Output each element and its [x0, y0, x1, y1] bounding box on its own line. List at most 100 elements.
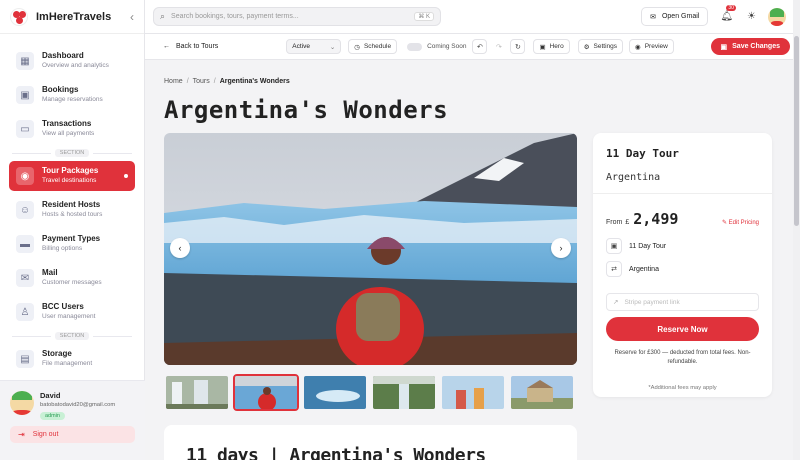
- sidebar-item-payment-types[interactable]: ▬ Payment Types Billing options: [9, 229, 135, 259]
- thumbnail[interactable]: [302, 374, 368, 411]
- chevron-right-icon: ›: [559, 243, 563, 253]
- description-card: 11 days | Argentina's Wonders: [164, 425, 577, 460]
- status-value: Active: [292, 43, 310, 50]
- status-select[interactable]: Active ⌄: [286, 39, 342, 54]
- breadcrumb-home[interactable]: Home: [164, 78, 183, 85]
- sidebar-item-storage[interactable]: ▤ Storage File management: [9, 344, 135, 374]
- profile-panel: David batobatodavid20@gmail.com admin ⇥ …: [0, 380, 145, 460]
- sidebar-item-resident-hosts[interactable]: ☺ Resident Hosts Hosts & hosted tours: [9, 195, 135, 225]
- folder-icon: ▤: [16, 350, 34, 368]
- search-placeholder: Search bookings, tours, payment terms...: [171, 13, 299, 20]
- sidebar-item-dashboard[interactable]: ▦ Dashboard Overview and analytics: [9, 46, 135, 76]
- search-icon: ⌕: [160, 11, 166, 21]
- sidebar-item-transactions[interactable]: ▭ Transactions View all payments: [9, 114, 135, 144]
- sidebar-item-label: Transactions: [42, 119, 92, 128]
- thumbnail[interactable]: [233, 374, 299, 411]
- search-input[interactable]: ⌕ Search bookings, tours, payment terms.…: [153, 7, 441, 26]
- thumbnail-strip: [164, 374, 577, 412]
- arrow-left-icon: ←: [163, 43, 170, 50]
- pencil-icon: ✎: [721, 220, 729, 226]
- schedule-label: Schedule: [363, 43, 392, 50]
- sidebar-item-mail[interactable]: ✉ Mail Customer messages: [9, 263, 135, 293]
- scrollbar-thumb[interactable]: [794, 36, 799, 226]
- sidebar-item-sub: User management: [42, 313, 96, 320]
- save-changes-button[interactable]: ▣ Save Changes: [710, 38, 790, 55]
- hero-button[interactable]: ▣ Hero: [533, 39, 570, 54]
- calendar-icon: ▣: [606, 238, 622, 254]
- open-gmail-label: Open Gmail: [661, 13, 700, 20]
- next-image-button[interactable]: ›: [551, 238, 571, 258]
- sidebar: ImHereTravels ‹ ▦ Dashboard Overview and …: [0, 0, 145, 460]
- coming-soon-label: Coming Soon: [427, 43, 467, 50]
- section-divider: SECTION: [12, 332, 132, 340]
- grid-icon: ▦: [16, 52, 34, 70]
- user-icon: ♙: [16, 303, 34, 321]
- save-icon: ▣: [720, 43, 728, 51]
- main-content: Home / Tours / Argentina's Wonders Argentina…: [145, 60, 790, 460]
- price-prefix: From: [606, 219, 623, 226]
- chevron-left-icon[interactable]: ‹: [130, 10, 134, 24]
- avatar[interactable]: [10, 391, 34, 415]
- page-title: Argentina's Wonders: [164, 96, 449, 124]
- page-scrollbar[interactable]: [793, 0, 800, 460]
- thumbnail[interactable]: [509, 374, 575, 411]
- reset-icon[interactable]: ↻: [510, 39, 526, 54]
- settings-label: Settings: [593, 43, 618, 50]
- sidebar-item-sub: Travel destinations: [42, 177, 97, 184]
- bell-icon: 🔔︎: [720, 11, 734, 22]
- sidebar-item-label: Resident Hosts: [42, 200, 101, 209]
- stripe-link-field[interactable]: ↗ Stripe payment link: [606, 293, 759, 311]
- cash-icon: ▭: [16, 120, 34, 138]
- logo-icon: [10, 7, 28, 26]
- theme-toggle-sun-icon[interactable]: ☀: [747, 11, 756, 22]
- back-label: Back to Tours: [176, 43, 219, 50]
- sidebar-nav: ▦ Dashboard Overview and analytics ▣ Book…: [0, 34, 144, 374]
- schedule-button[interactable]: ◷ Schedule: [348, 39, 398, 54]
- location-pin-icon: ◉: [16, 167, 34, 185]
- hero-label: Hero: [549, 43, 564, 50]
- preview-button[interactable]: ◉ Preview: [629, 39, 674, 54]
- thumbnail[interactable]: [164, 374, 230, 411]
- brand[interactable]: ImHereTravels ‹: [0, 0, 144, 34]
- coming-soon-toggle[interactable]: [407, 42, 423, 51]
- redo-icon[interactable]: ↷: [491, 39, 506, 54]
- editor-toolbar: ← Back to Tours Active ⌄ ◷ Schedule Comi…: [145, 34, 800, 60]
- price-currency: £: [625, 219, 630, 226]
- mail-icon: ✉: [650, 13, 656, 21]
- duration-row: ▣ 11 Day Tour: [606, 238, 759, 254]
- sign-out-label: Sign out: [32, 431, 59, 438]
- thumbnail[interactable]: [440, 374, 506, 411]
- profile-name: David: [40, 391, 61, 400]
- shortcut-hint: ⌘ K: [414, 12, 434, 21]
- calendar-icon: ▣: [16, 86, 34, 104]
- duration-value: 11 Day Tour: [629, 242, 667, 250]
- sidebar-item-bcc-users[interactable]: ♙ BCC Users User management: [9, 297, 135, 327]
- tour-duration-title: 11 Day Tour: [606, 147, 679, 160]
- undo-icon[interactable]: ↶: [472, 39, 488, 54]
- sidebar-item-sub: Customer messages: [42, 279, 102, 286]
- sidebar-item-sub: Overview and analytics: [42, 62, 109, 69]
- edit-pricing-link[interactable]: ✎ Edit Pricing: [722, 219, 759, 226]
- open-gmail-button[interactable]: ✉ Open Gmail: [641, 7, 709, 26]
- thumbnail[interactable]: [371, 374, 437, 411]
- back-to-tours-button[interactable]: ← Back to Tours: [163, 43, 218, 50]
- profile-email: batobatodavid20@gmail.com: [40, 402, 116, 408]
- breadcrumb-tours[interactable]: Tours: [193, 78, 210, 85]
- price-row: From £ 2,499 ✎ Edit Pricing: [606, 210, 759, 228]
- hero-image[interactable]: ‹ ›: [164, 133, 577, 365]
- section-divider: SECTION: [12, 149, 132, 157]
- top-bar: ⌕ Search bookings, tours, payment terms.…: [145, 0, 800, 34]
- sidebar-item-sub: Hosts & hosted tours: [42, 211, 103, 218]
- user-avatar[interactable]: [768, 7, 786, 26]
- glacier-photo: [164, 133, 577, 365]
- sidebar-item-tour-packages[interactable]: ◉ Tour Packages Travel destinations: [9, 161, 135, 191]
- chevron-down-icon: ⌄: [329, 43, 336, 51]
- notifications-button[interactable]: 🔔︎ 30: [720, 5, 736, 22]
- settings-button[interactable]: ⚙ Settings: [577, 39, 624, 54]
- preview-label: Preview: [644, 43, 668, 50]
- eye-icon: ◉: [635, 43, 641, 51]
- sign-out-button[interactable]: ⇥ Sign out: [10, 426, 135, 443]
- prev-image-button[interactable]: ‹: [170, 238, 190, 258]
- sidebar-item-bookings[interactable]: ▣ Bookings Manage reservations: [9, 80, 135, 110]
- reserve-now-button[interactable]: Reserve Now: [606, 317, 759, 341]
